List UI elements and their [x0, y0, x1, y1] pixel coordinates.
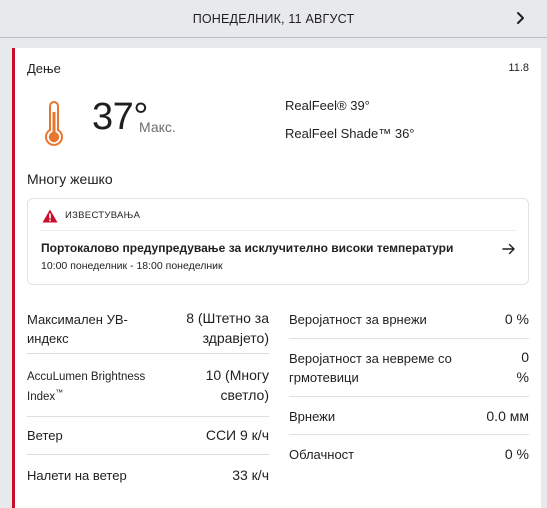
detail-label: Максимален УВ-индекс — [27, 312, 128, 346]
forecast-date: ПОНЕДЕЛНИК, 11 АВГУСТ — [192, 12, 355, 26]
detail-label: Веројатност за врнежи — [289, 312, 427, 327]
detail-value: 33 к/ч — [232, 467, 269, 483]
detail-row-uv: Максимален УВ-индекс 8 (Штетно за здравј… — [27, 302, 269, 354]
detail-value: ССИ 9 к/ч — [205, 427, 269, 443]
period-date: 11.8 — [508, 62, 529, 74]
weather-phrase: Многу жешко — [27, 171, 113, 187]
max-label: Макс. — [139, 119, 176, 135]
detail-value: 10 (Многу светло) — [205, 367, 269, 403]
day-forecast-card: Дење 11.8 37° Макс. RealFeel® 39° RealFe… — [12, 48, 541, 508]
alerts-divider — [40, 230, 516, 231]
details-left-column: Максимален УВ-индекс 8 (Штетно за здравј… — [27, 302, 269, 493]
detail-row-cloud: Облачност 0 % — [289, 435, 529, 473]
detail-label: AccuLumen Brightness Index™ — [27, 371, 146, 403]
detail-value: 8 (Штетно за здравјето) — [186, 310, 269, 346]
thermometer-hot-icon — [45, 101, 63, 146]
alert-time-range: 10:00 понеделник - 18:00 понеделник — [41, 260, 223, 272]
warning-triangle-icon — [42, 209, 58, 223]
detail-label: Ветер — [27, 428, 63, 443]
realfeel-shade-value: RealFeel Shade™ 36° — [285, 126, 415, 141]
period-label: Дење — [27, 61, 61, 76]
detail-value: 0 % — [516, 349, 529, 385]
day-navigation-bar: ПОНЕДЕЛНИК, 11 АВГУСТ — [0, 0, 547, 38]
details-right-column: Веројатност за врнежи 0 % Веројатност за… — [289, 302, 529, 473]
alert-headline-link[interactable]: Портокалово предупредување за исклучител… — [41, 241, 453, 255]
detail-value: 0.0 мм — [486, 408, 529, 424]
detail-value: 0 % — [504, 311, 529, 327]
detail-label: Налети на ветер — [27, 468, 127, 483]
detail-row-wind: Ветер ССИ 9 к/ч — [27, 417, 269, 455]
detail-label: Врнежи — [289, 409, 336, 424]
detail-label: Веројатност за невреме со грмотевици — [289, 351, 452, 385]
arrow-right-icon[interactable] — [502, 243, 516, 255]
alerts-title: ИЗВЕСТУВАЊА — [65, 210, 141, 221]
alerts-panel: ИЗВЕСТУВАЊА Портокалово предупредување з… — [27, 198, 529, 285]
detail-value: 0 % — [504, 446, 529, 462]
detail-label: Облачност — [289, 447, 355, 462]
detail-row-thunder-prob: Веројатност за невреме со грмотевици 0 % — [289, 339, 529, 397]
detail-row-precip-prob: Веројатност за врнежи 0 % — [289, 302, 529, 339]
detail-row-brightness: AccuLumen Brightness Index™ 10 (Многу св… — [27, 354, 269, 417]
detail-row-precip: Врнежи 0.0 мм — [289, 397, 529, 435]
realfeel-value: RealFeel® 39° — [285, 98, 370, 113]
chevron-right-icon[interactable] — [514, 10, 528, 26]
detail-row-gusts: Налети на ветер 33 к/ч — [27, 455, 269, 493]
